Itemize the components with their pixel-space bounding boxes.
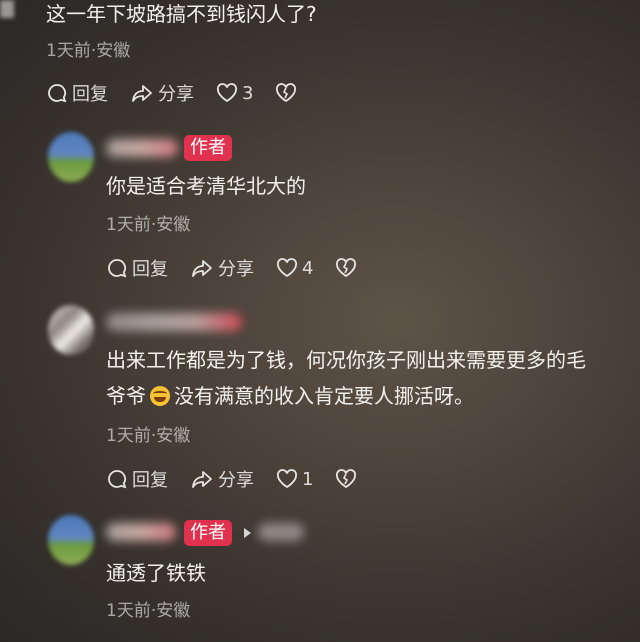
reply-button[interactable]: 回复	[106, 255, 168, 281]
like-count: 4	[302, 257, 314, 279]
share-label: 分享	[158, 84, 194, 105]
author-badge: 作者	[184, 135, 232, 161]
share-button[interactable]: 分享	[190, 255, 254, 281]
share-label: 分享	[218, 470, 254, 491]
laughing-emoji-icon	[150, 386, 170, 406]
comment-text: 你是适合考清华北大的	[106, 174, 306, 198]
author-badge: 作者	[184, 520, 232, 546]
reply-label: 回复	[132, 470, 168, 491]
share-label: 分享	[218, 259, 254, 280]
comment-meta: 1天前·安徽	[106, 215, 191, 235]
share-icon	[192, 260, 212, 277]
like-button[interactable]: 4	[276, 258, 313, 279]
username-blurred[interactable]	[106, 139, 178, 157]
heart-icon	[276, 469, 298, 489]
comment-meta: 1天前·安徽	[106, 426, 191, 446]
avatar[interactable]	[0, 0, 14, 18]
like-count: 1	[302, 468, 314, 490]
dislike-button[interactable]	[335, 469, 361, 489]
broken-heart-icon	[336, 258, 357, 278]
avatar[interactable]	[48, 132, 94, 182]
share-icon	[192, 471, 212, 488]
heart-icon	[276, 258, 298, 278]
reply-label: 回复	[72, 84, 108, 105]
comment-actions: 回复 分享 4	[106, 255, 383, 281]
comment-actions: 回复 分享 3	[46, 80, 323, 106]
reply-icon	[108, 470, 127, 489]
like-count: 3	[242, 82, 254, 104]
reply-icon	[108, 259, 127, 278]
comment-text-part: 没有满意的收入肯定要人挪活呀。	[174, 384, 474, 408]
like-button[interactable]: 1	[276, 469, 313, 490]
reply-to-username-blurred[interactable]	[258, 523, 304, 541]
comment-text-part: 爷爷	[106, 384, 146, 408]
avatar[interactable]	[48, 515, 94, 565]
comment-text-line2: 爷爷 没有满意的收入肯定要人挪活呀。	[106, 382, 474, 410]
comment-text: 这一年下坡路搞不到钱闪人了?	[46, 2, 317, 26]
username-blurred[interactable]	[106, 523, 176, 541]
comment-meta: 1天前·安徽	[106, 601, 191, 621]
reply-icon	[48, 84, 67, 103]
share-icon	[132, 85, 152, 102]
dislike-button[interactable]	[335, 258, 361, 278]
like-button[interactable]: 3	[216, 83, 253, 104]
comment-actions: 回复 分享 1	[106, 466, 383, 492]
username-blurred[interactable]	[106, 313, 242, 331]
reply-to-arrow-icon	[244, 528, 251, 538]
comment-text: 出来工作都是为了钱，何况你孩子刚出来需要更多的毛	[106, 348, 586, 372]
comment-text: 通透了铁铁	[106, 561, 206, 585]
share-button[interactable]: 分享	[190, 466, 254, 492]
share-button[interactable]: 分享	[130, 80, 194, 106]
reply-label: 回复	[132, 259, 168, 280]
reply-button[interactable]: 回复	[46, 80, 108, 106]
broken-heart-icon	[276, 83, 297, 103]
heart-icon	[216, 83, 238, 103]
broken-heart-icon	[336, 469, 357, 489]
reply-button[interactable]: 回复	[106, 466, 168, 492]
avatar[interactable]	[48, 305, 94, 355]
dislike-button[interactable]	[275, 83, 301, 103]
comment-meta: 1天前·安徽	[46, 41, 131, 61]
